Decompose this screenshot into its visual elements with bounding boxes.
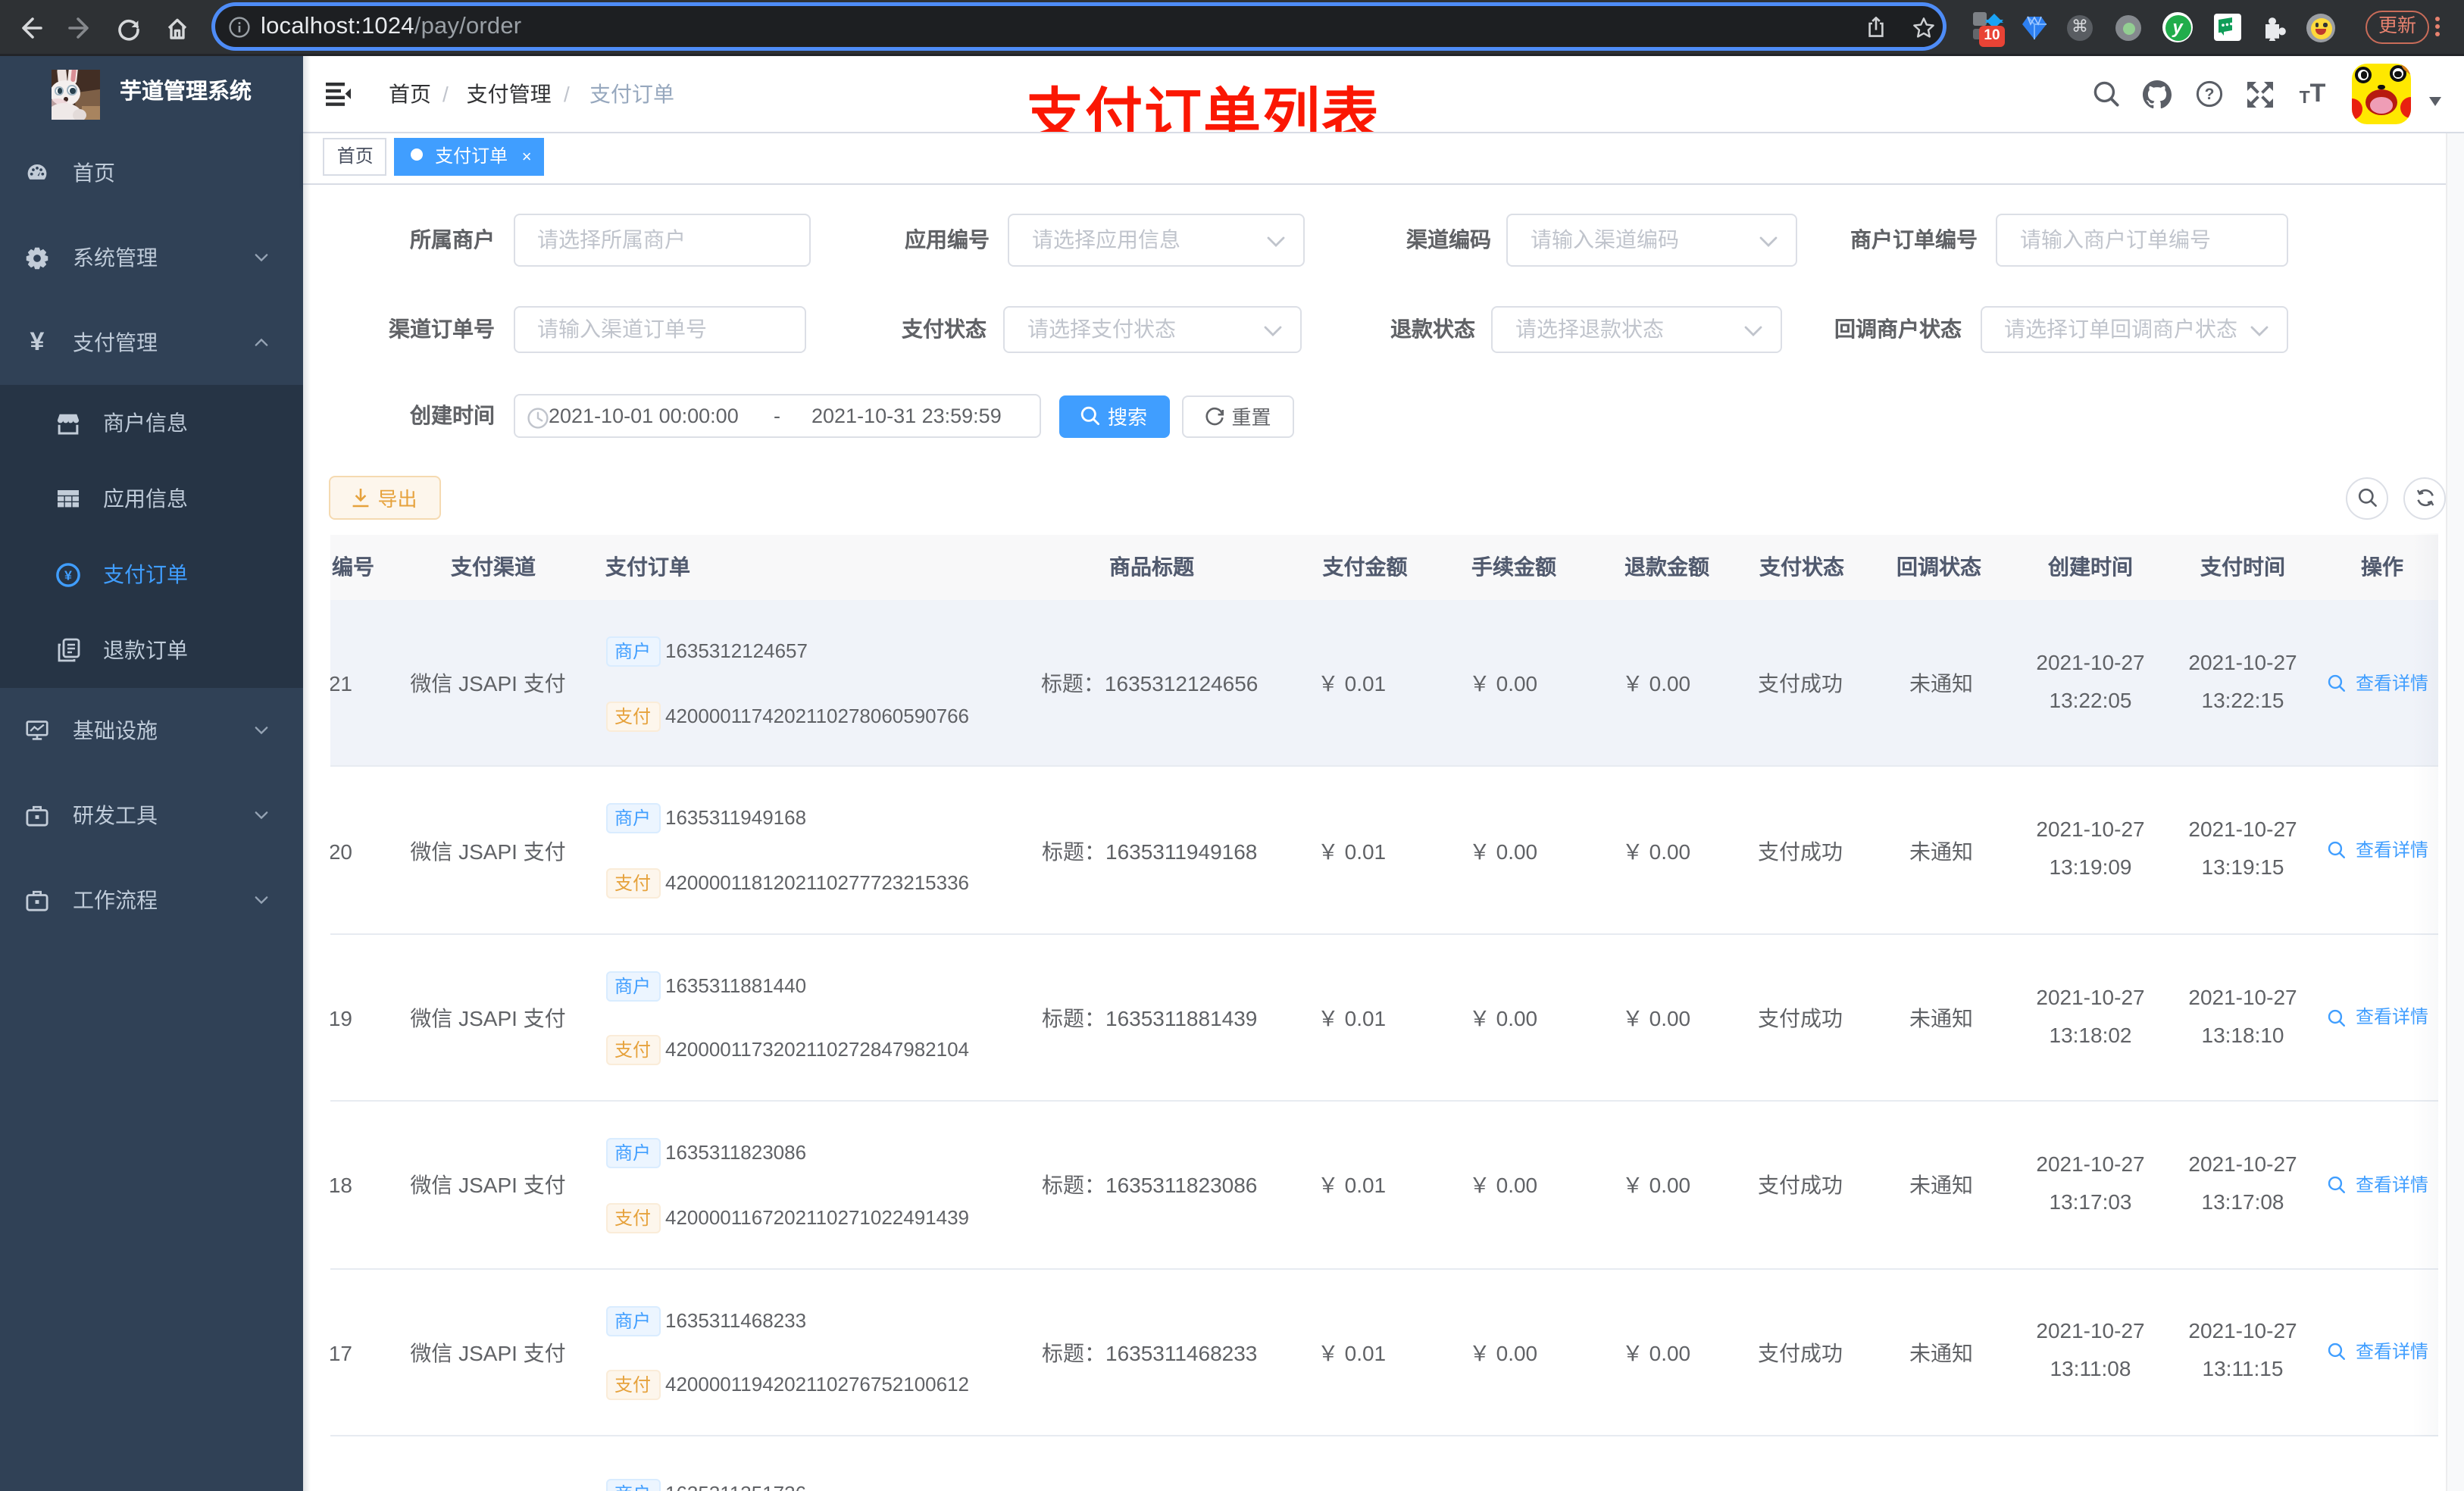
svg-text:¥: ¥ — [64, 567, 72, 583]
svg-text:?: ? — [2205, 86, 2215, 103]
